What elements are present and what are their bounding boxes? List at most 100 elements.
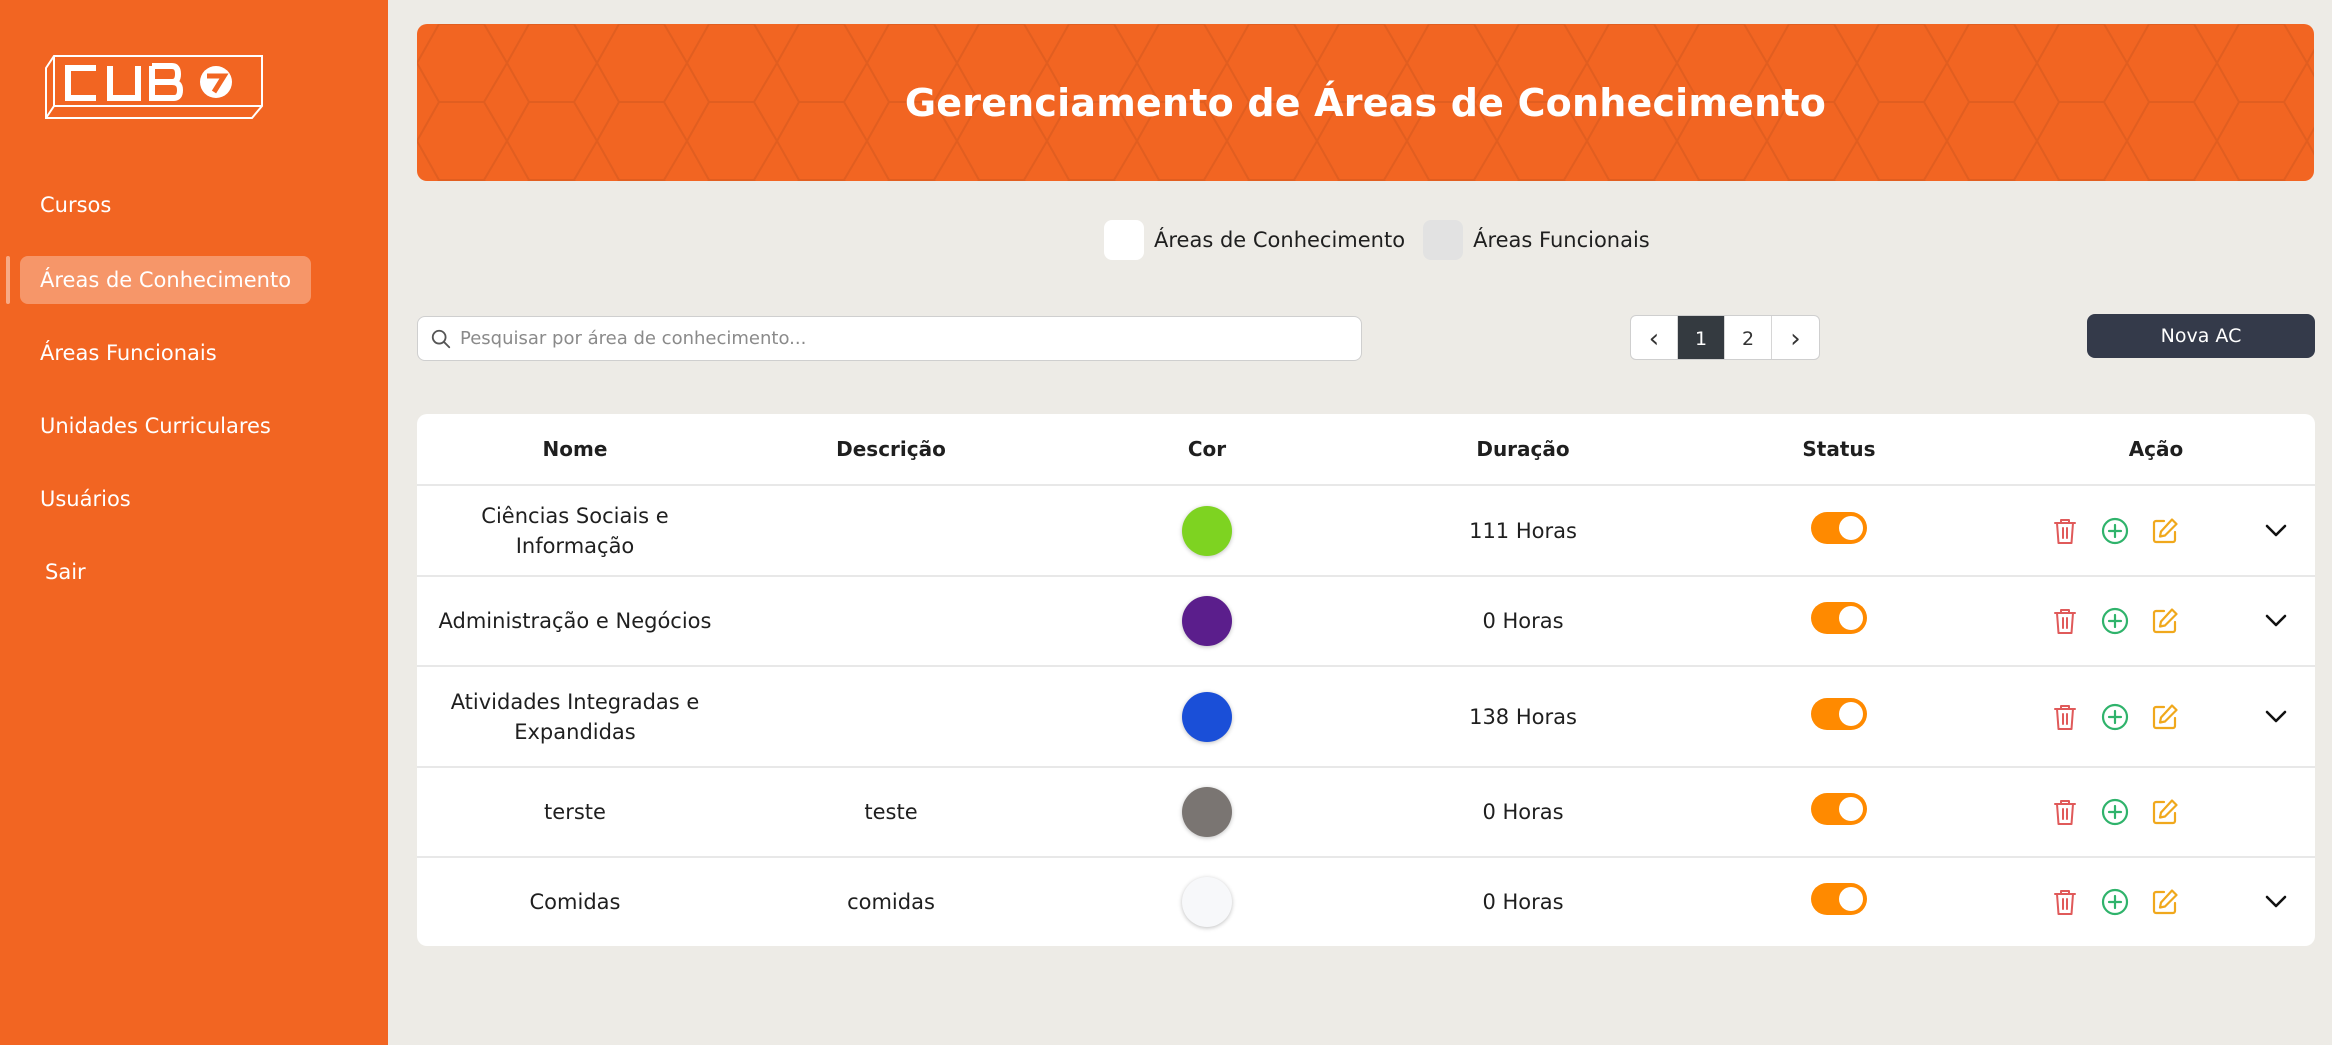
- cell-descricao: [733, 577, 1049, 665]
- search-input[interactable]: [460, 328, 1361, 349]
- toggle-knob: [1839, 701, 1863, 726]
- cell-nome: terste: [417, 768, 733, 856]
- column-header-status[interactable]: Status: [1681, 414, 1997, 484]
- edit-icon[interactable]: [2151, 702, 2179, 732]
- toggle-knob: [1839, 606, 1863, 630]
- status-toggle[interactable]: [1811, 511, 1867, 544]
- color-legend: Áreas de Conhecimento Áreas Funcionais: [1104, 220, 1658, 260]
- delete-icon[interactable]: [2051, 606, 2079, 636]
- table-row: terste teste 0 Horas: [417, 768, 2315, 858]
- toggle-knob: [1839, 797, 1863, 821]
- add-circle-icon[interactable]: [2101, 797, 2129, 827]
- cell-duracao: 0 Horas: [1365, 577, 1681, 665]
- row-description: comidas: [847, 890, 935, 914]
- column-header-acao[interactable]: Ação: [1997, 414, 2315, 484]
- sidebar-item-unidades-curriculares[interactable]: Unidades Curriculares: [20, 402, 291, 450]
- cell-cor: [1049, 768, 1365, 856]
- cell-descricao: teste: [733, 768, 1049, 856]
- row-name: Ciências Sociais e Informação: [481, 503, 669, 558]
- toggle-knob: [1839, 515, 1863, 540]
- pagination-page-2[interactable]: 2: [1725, 316, 1772, 359]
- row-duration: 0 Horas: [1482, 800, 1564, 824]
- page-number: 1: [1694, 327, 1708, 350]
- sidebar-item-areas-funcionais[interactable]: Áreas Funcionais: [20, 329, 237, 377]
- cubo-logo[interactable]: [44, 54, 264, 120]
- pagination-prev-button[interactable]: ‹: [1631, 316, 1678, 359]
- cell-duracao: 0 Horas: [1365, 858, 1681, 946]
- search-box[interactable]: [417, 316, 1362, 361]
- cell-descricao: comidas: [733, 858, 1049, 946]
- status-toggle[interactable]: [1811, 883, 1867, 915]
- row-duration: 0 Horas: [1482, 890, 1564, 914]
- sidebar-item-areas-conhecimento[interactable]: Áreas de Conhecimento: [20, 256, 312, 304]
- pagination-next-button[interactable]: ›: [1772, 316, 1819, 359]
- page-number: 2: [1741, 327, 1755, 350]
- edit-icon[interactable]: [2151, 797, 2179, 827]
- sidebar-item-label: Usuários: [40, 487, 131, 511]
- chevron-right-icon: ›: [1790, 323, 1801, 354]
- pagination-page-1[interactable]: 1: [1678, 316, 1725, 359]
- color-dot: [1182, 691, 1232, 742]
- sidebar-item-label: Áreas Funcionais: [40, 341, 217, 365]
- row-name: terste: [544, 800, 606, 824]
- active-indicator: [6, 256, 10, 304]
- toggle-knob: [1839, 887, 1863, 911]
- table-header: Nome Descrição Cor Duração Status Ação: [417, 414, 2315, 486]
- chevron-down-icon[interactable]: [2265, 667, 2287, 766]
- sidebar-item-label: Sair: [45, 560, 86, 584]
- row-duration: 111 Horas: [1469, 518, 1577, 543]
- cell-status: [1681, 486, 1997, 575]
- status-toggle[interactable]: [1811, 602, 1867, 634]
- chevron-down-icon[interactable]: [2265, 858, 2287, 946]
- color-dot: [1182, 505, 1232, 556]
- column-header-descricao[interactable]: Descrição: [733, 414, 1049, 484]
- column-header-cor[interactable]: Cor: [1049, 414, 1365, 484]
- status-toggle[interactable]: [1811, 793, 1867, 825]
- delete-icon[interactable]: [2051, 797, 2079, 827]
- row-name: Comidas: [529, 890, 621, 914]
- cell-descricao: [733, 667, 1049, 766]
- delete-icon[interactable]: [2051, 702, 2079, 732]
- cell-duracao: 0 Horas: [1365, 768, 1681, 856]
- add-circle-icon[interactable]: [2101, 606, 2129, 636]
- sidebar-item-label: Unidades Curriculares: [40, 414, 271, 438]
- search-icon: [431, 329, 451, 348]
- table-row: Atividades Integradas e Expandidas 138 Ho…: [417, 667, 2315, 768]
- legend-item-areas-conhecimento: Áreas de Conhecimento: [1104, 220, 1405, 260]
- page-title: Gerenciamento de Áreas de Conhecimento: [904, 80, 1827, 125]
- edit-icon[interactable]: [2151, 887, 2179, 917]
- color-dot: [1182, 596, 1232, 646]
- delete-icon[interactable]: [2051, 887, 2079, 917]
- page-header-banner: Gerenciamento de Áreas de Conhecimento: [417, 24, 2314, 181]
- add-circle-icon[interactable]: [2101, 702, 2129, 732]
- sidebar-item-cursos[interactable]: Cursos: [20, 181, 131, 229]
- legend-label: Áreas de Conhecimento: [1154, 228, 1406, 252]
- pagination: ‹ 1 2 ›: [1630, 315, 1820, 360]
- new-ac-button-label: Nova AC: [2160, 325, 2242, 347]
- table-row: Comidas comidas 0 Horas: [417, 858, 2315, 946]
- new-ac-button[interactable]: Nova AC: [2087, 314, 2315, 358]
- legend-swatch-white: [1104, 220, 1144, 260]
- column-header-nome[interactable]: Nome: [417, 414, 733, 484]
- sidebar-item-sair[interactable]: Sair: [25, 548, 106, 596]
- chevron-down-icon[interactable]: [2265, 577, 2287, 665]
- add-circle-icon[interactable]: [2101, 887, 2129, 917]
- cell-acao: [1997, 667, 2233, 766]
- sidebar-item-label: Áreas de Conhecimento: [40, 268, 292, 292]
- cell-cor: [1049, 486, 1365, 575]
- cell-status: [1681, 667, 1997, 766]
- legend-item-areas-funcionais: Áreas Funcionais: [1423, 220, 1650, 260]
- chevron-down-icon[interactable]: [2265, 486, 2287, 575]
- column-header-duracao[interactable]: Duração: [1365, 414, 1681, 484]
- edit-icon[interactable]: [2151, 606, 2179, 636]
- edit-icon[interactable]: [2151, 516, 2179, 546]
- cell-status: [1681, 577, 1997, 665]
- delete-icon[interactable]: [2051, 516, 2079, 546]
- status-toggle[interactable]: [1811, 697, 1867, 730]
- legend-label: Áreas Funcionais: [1473, 228, 1650, 252]
- areas-table: Nome Descrição Cor Duração Status Ação C…: [417, 414, 2315, 946]
- sidebar-item-usuarios[interactable]: Usuários: [20, 475, 151, 523]
- cell-nome: Atividades Integradas e Expandidas: [417, 667, 733, 766]
- row-name: Atividades Integradas e Expandidas: [450, 689, 700, 744]
- add-circle-icon[interactable]: [2101, 516, 2129, 546]
